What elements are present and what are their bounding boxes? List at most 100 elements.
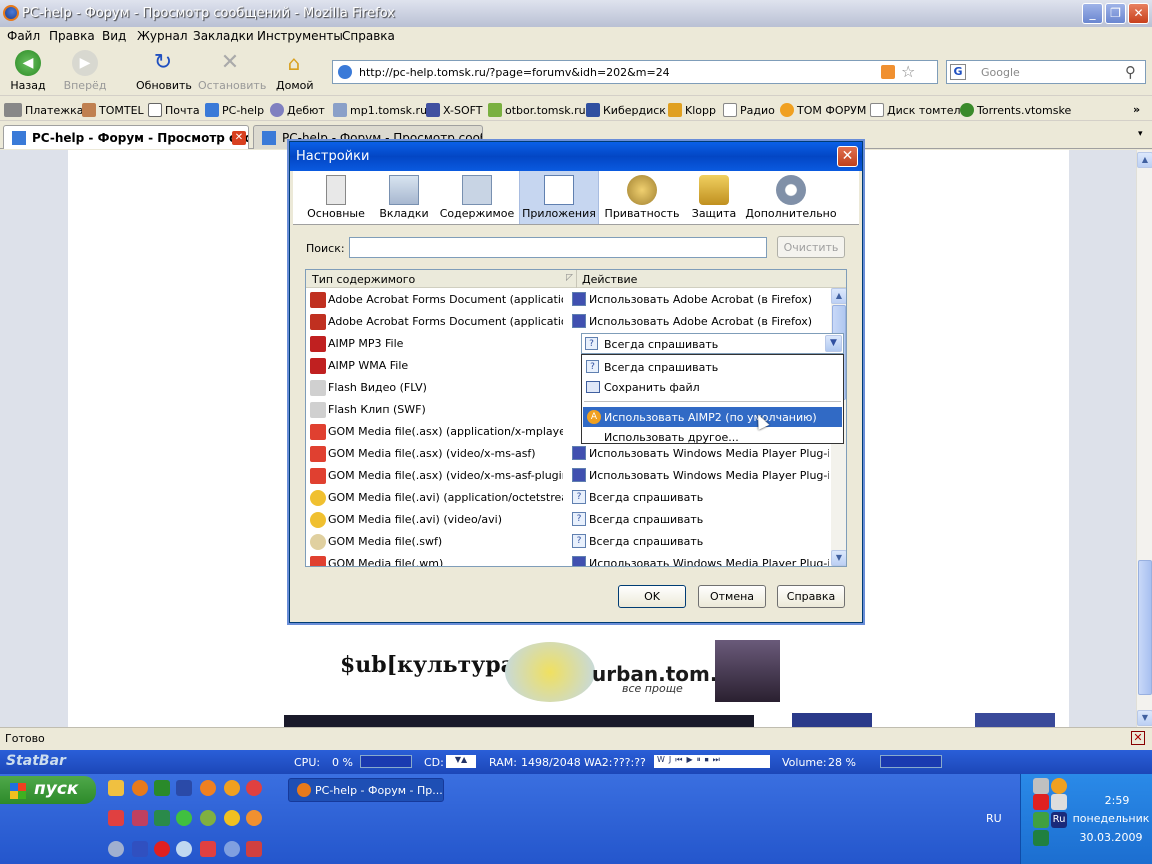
- quicklaunch-firefox-icon[interactable]: [132, 780, 148, 796]
- quicklaunch-app-icon[interactable]: [154, 841, 170, 857]
- quicklaunch-excel-icon[interactable]: [154, 780, 170, 796]
- scroll-up-arrow-icon[interactable]: ▲: [831, 288, 846, 304]
- table-row[interactable]: GOM Media file(.avi) (video/avi)? Всегда …: [306, 509, 830, 531]
- scroll-down-arrow-icon[interactable]: ▼: [1137, 710, 1152, 726]
- bookmark-item[interactable]: ТОМ ФОРУМ: [780, 103, 866, 117]
- bookmark-item[interactable]: Диск томтел: [870, 103, 961, 117]
- maximize-button[interactable]: ❐: [1105, 3, 1126, 24]
- action-dropdown[interactable]: ? Всегда спрашивать ▼: [581, 333, 844, 354]
- ok-button[interactable]: OK: [618, 585, 686, 608]
- rss-icon[interactable]: [881, 65, 895, 79]
- quicklaunch-app-icon[interactable]: [200, 841, 216, 857]
- quicklaunch-word-icon[interactable]: [176, 780, 192, 796]
- bookmark-item[interactable]: Дебют: [270, 103, 325, 117]
- dropdown-option[interactable]: ? Всегда спрашивать: [583, 357, 842, 377]
- search-input[interactable]: [349, 237, 767, 258]
- language-indicator[interactable]: RU: [986, 812, 1002, 825]
- tray-network-icon[interactable]: [1033, 778, 1049, 794]
- quicklaunch-info-icon[interactable]: [224, 810, 240, 826]
- search-box[interactable]: G Google ⚲: [946, 60, 1146, 84]
- quicklaunch-app-icon[interactable]: [132, 810, 148, 826]
- bookmark-item[interactable]: PC-help: [205, 103, 264, 117]
- media-controls[interactable]: WJ⏮▶⏸⏹⏭: [654, 755, 770, 768]
- tray-app-icon[interactable]: [1051, 778, 1067, 794]
- dialog-close-button[interactable]: ✕: [837, 146, 858, 167]
- forward-button[interactable]: ▶ Вперёд: [62, 50, 108, 92]
- quicklaunch-app-icon[interactable]: [108, 841, 124, 857]
- menu-view[interactable]: Вид: [102, 29, 126, 43]
- scroll-up-arrow-icon[interactable]: ▲: [1137, 152, 1152, 168]
- cd-eject-icon[interactable]: ▼▲: [446, 755, 476, 768]
- close-button[interactable]: ✕: [1128, 3, 1149, 24]
- scroll-down-arrow-icon[interactable]: ▼: [831, 550, 846, 566]
- menu-file[interactable]: Файл: [7, 29, 40, 43]
- quicklaunch-app-icon[interactable]: [246, 810, 262, 826]
- tray-app-icon[interactable]: [1051, 794, 1067, 810]
- tab-active[interactable]: PC-help - Форум - Просмотр соо... ✕: [3, 125, 249, 149]
- tray-app-icon[interactable]: [1033, 830, 1049, 846]
- quicklaunch-tools-icon[interactable]: [246, 841, 262, 857]
- status-close-icon[interactable]: ✕: [1131, 731, 1145, 745]
- bookmarks-overflow-chevron-icon[interactable]: »: [1133, 103, 1140, 116]
- menu-tools[interactable]: Инструменты: [257, 29, 343, 43]
- quicklaunch-app-icon[interactable]: [224, 841, 240, 857]
- menu-history[interactable]: Журнал: [137, 29, 188, 43]
- site-banner[interactable]: $ub[культура] urban.tom.ru все проще: [340, 640, 780, 702]
- column-header-type[interactable]: Тип содержимого: [312, 273, 415, 286]
- help-button[interactable]: Справка: [777, 585, 845, 608]
- quicklaunch-app-icon[interactable]: [200, 810, 216, 826]
- bookmark-item[interactable]: Torrents.vtomske: [960, 103, 1071, 117]
- google-icon[interactable]: G: [950, 64, 966, 80]
- bookmark-item[interactable]: mp1.tomsk.ru: [333, 103, 427, 117]
- table-row[interactable]: GOM Media file(.wm) Использовать Windows …: [306, 553, 830, 566]
- back-button[interactable]: ◀ Назад: [8, 50, 48, 92]
- quicklaunch-app-icon[interactable]: [176, 810, 192, 826]
- quicklaunch-app-icon[interactable]: [132, 841, 148, 857]
- table-row[interactable]: GOM Media file(.asx) (video/x-ms-asf-plu…: [306, 465, 830, 487]
- bookmark-item[interactable]: X-SOFT: [426, 103, 482, 117]
- pane-tabs[interactable]: Вкладки: [371, 171, 437, 224]
- tray-antivirus-icon[interactable]: [1033, 794, 1049, 810]
- start-button[interactable]: пуск: [0, 776, 96, 804]
- url-bar[interactable]: http://pc-help.tomsk.ru/?page=forumv&idh…: [332, 60, 938, 84]
- page-scrollbar[interactable]: ▲ ▼: [1136, 150, 1152, 727]
- dropdown-option-aimp2[interactable]: A Использовать AIMP2 (по умолчанию): [583, 407, 842, 427]
- tab-close-icon[interactable]: ✕: [232, 131, 246, 145]
- quicklaunch-clock-icon[interactable]: [108, 780, 124, 796]
- chevron-down-icon[interactable]: ▼: [825, 335, 842, 352]
- pane-privacy[interactable]: Приватность: [601, 171, 683, 224]
- clear-button[interactable]: Очистить: [777, 236, 845, 258]
- pane-applications[interactable]: Приложения: [519, 171, 599, 224]
- table-row[interactable]: GOM Media file(.avi) (application/octets…: [306, 487, 830, 509]
- table-row[interactable]: Adobe Acrobat Forms Document (applicatio…: [306, 311, 830, 333]
- table-row[interactable]: GOM Media file(.swf)? Всегда спрашивать: [306, 531, 830, 553]
- quicklaunch-app-icon[interactable]: [154, 810, 170, 826]
- tray-lang-icon[interactable]: Ru: [1051, 812, 1067, 828]
- reload-button[interactable]: ↻ Обновить: [136, 50, 192, 92]
- scroll-thumb[interactable]: [1138, 560, 1152, 695]
- menu-help[interactable]: Справка: [342, 29, 395, 43]
- bookmark-item[interactable]: Платежка: [4, 103, 84, 117]
- bookmark-item[interactable]: Почта: [148, 103, 200, 117]
- pane-general[interactable]: Основные: [301, 171, 371, 224]
- taskbar-item-firefox[interactable]: PC-help - Форум - Пр...: [288, 778, 444, 802]
- minimize-button[interactable]: _: [1082, 3, 1103, 24]
- dropdown-option[interactable]: Использовать другое...: [583, 427, 842, 447]
- stop-button[interactable]: ✕ Остановить: [198, 50, 266, 92]
- bookmark-item[interactable]: otbor.tomsk.ru: [488, 103, 586, 117]
- search-icon[interactable]: ⚲: [1125, 63, 1136, 81]
- menu-edit[interactable]: Правка: [49, 29, 95, 43]
- quicklaunch-app-icon[interactable]: [176, 841, 192, 857]
- quicklaunch-app-icon[interactable]: [200, 780, 216, 796]
- menu-bookmarks[interactable]: Закладки: [193, 29, 254, 43]
- dialog-titlebar[interactable]: Настройки ✕: [290, 142, 862, 171]
- tab-list-chevron-down-icon[interactable]: ▾: [1138, 129, 1143, 139]
- dropdown-option[interactable]: Сохранить файл: [583, 377, 842, 397]
- quicklaunch-aimp-icon[interactable]: [224, 780, 240, 796]
- pane-security[interactable]: Защита: [685, 171, 743, 224]
- bookmark-item[interactable]: TOMTEL: [82, 103, 144, 117]
- home-button[interactable]: ⌂ Домой: [276, 50, 314, 92]
- bookmark-item[interactable]: Радио: [723, 103, 775, 117]
- column-header-action[interactable]: Действие: [582, 273, 637, 286]
- quicklaunch-app-icon[interactable]: [246, 780, 262, 796]
